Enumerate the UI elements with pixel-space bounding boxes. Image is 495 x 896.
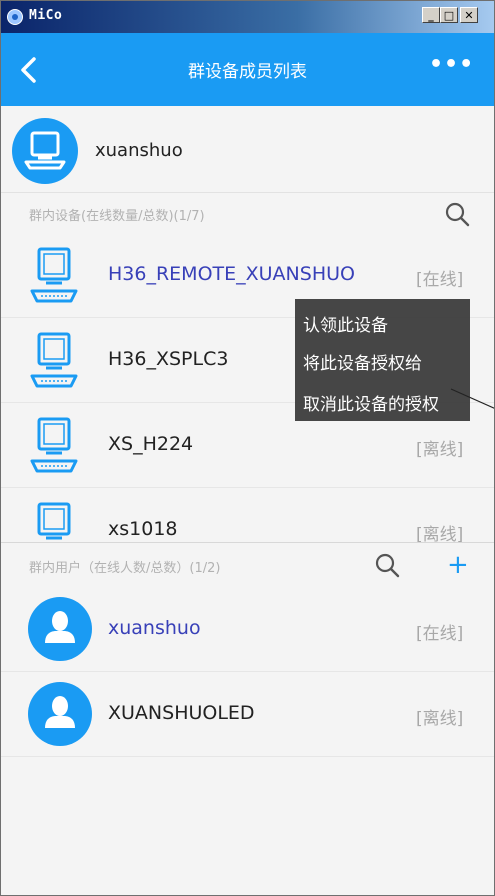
device-status: [离线] — [416, 525, 464, 543]
search-devices-icon[interactable] — [444, 201, 470, 227]
menu-item-revoke-authorization[interactable]: 取消此设备的授权 — [303, 390, 439, 415]
user-status: [在线] — [416, 624, 464, 644]
devices-section-header: 群内设备(在线数量/总数)(1/7) — [1, 192, 494, 234]
owner-name: xuanshuo — [95, 140, 183, 161]
user-avatar — [28, 682, 92, 746]
add-user-button[interactable]: + — [447, 552, 469, 578]
owner-device-avatar — [12, 118, 78, 184]
maximize-button[interactable]: □ — [440, 7, 458, 23]
device-status: [在线] — [416, 270, 464, 290]
device-status: [离线] — [416, 440, 464, 460]
device-name: H36_XSPLC3 — [108, 348, 229, 370]
user-status: [离线] — [416, 709, 464, 729]
computer-icon — [37, 502, 71, 540]
computer-icon — [24, 131, 66, 170]
app-window: MiCo _ □ ✕ 群设备成员列表 ••• xuanshuo 群内设备(在线数… — [0, 0, 495, 896]
user-avatar — [28, 597, 92, 661]
menu-item-claim-device[interactable]: 认领此设备 — [303, 311, 388, 336]
device-name: H36_REMOTE_XUANSHUO — [108, 263, 355, 285]
group-owner-row[interactable]: xuanshuo — [1, 106, 494, 193]
device-name: xs1018 — [108, 518, 178, 540]
device-name: XS_H224 — [108, 433, 194, 455]
computer-icon — [30, 332, 78, 388]
user-row[interactable]: XUANSHUOLED [离线] — [1, 672, 494, 757]
devices-count-label: 群内设备(在线数量/总数)(1/7) — [29, 209, 205, 224]
close-button[interactable]: ✕ — [460, 7, 478, 23]
users-count-label: 群内用户（在线人数/总数）(1/2) — [29, 561, 221, 576]
user-row[interactable]: xuanshuo [在线] — [1, 587, 494, 672]
users-section-header: 群内用户（在线人数/总数）(1/2) + — [1, 543, 494, 585]
window-title: MiCo — [29, 8, 63, 23]
device-row[interactable]: xs1018 [离线] — [1, 488, 494, 543]
more-options-button[interactable]: ••• — [429, 54, 474, 76]
minimize-button[interactable]: _ — [422, 7, 440, 23]
user-name: xuanshuo — [108, 617, 201, 639]
window-titlebar[interactable]: MiCo _ □ ✕ — [1, 1, 494, 33]
user-name: XUANSHUOLED — [108, 702, 255, 724]
menu-item-authorize-device[interactable]: 将此设备授权给 — [303, 349, 422, 374]
person-icon — [45, 696, 75, 728]
person-icon — [45, 611, 75, 643]
app-logo-icon — [7, 9, 23, 25]
callout-pointer-line — [450, 388, 494, 409]
search-users-icon[interactable] — [374, 552, 400, 578]
page-title: 群设备成员列表 — [188, 62, 307, 82]
computer-icon — [30, 417, 78, 473]
app-header: 群设备成员列表 ••• — [1, 33, 494, 106]
computer-icon — [30, 247, 78, 303]
